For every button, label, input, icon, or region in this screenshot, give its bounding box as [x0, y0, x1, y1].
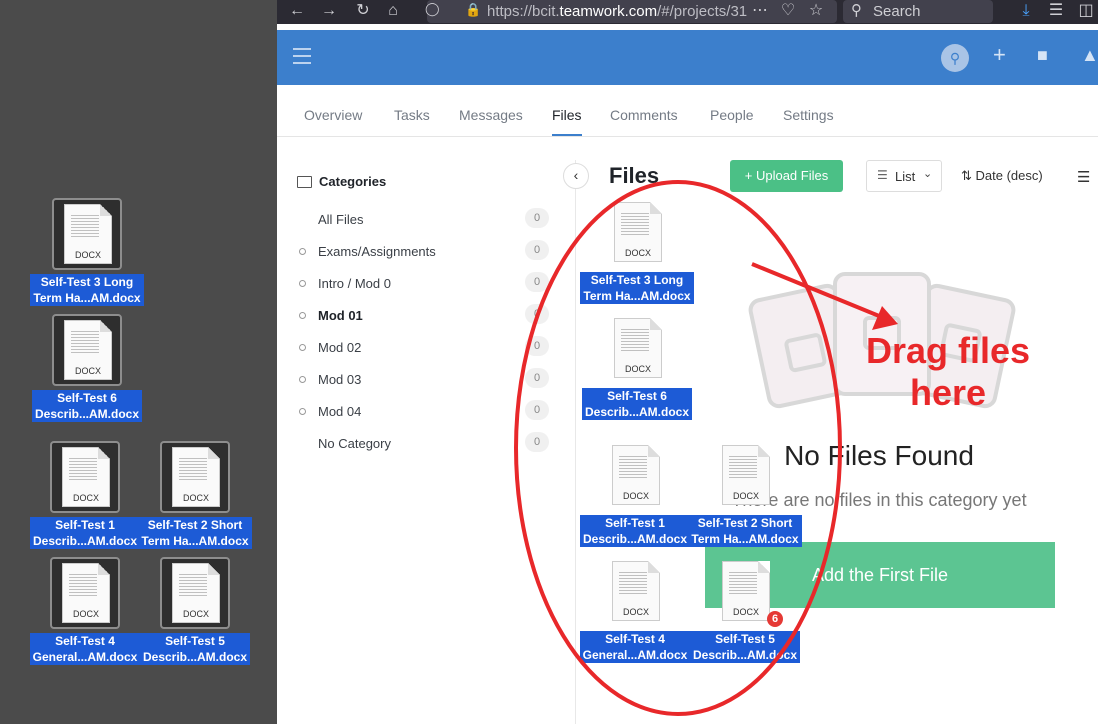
count-badge: 0 [525, 368, 549, 388]
file-label: Self-Test 6 Describ...AM.docx [31, 390, 143, 422]
tab-people[interactable]: People [710, 107, 754, 123]
docx-file-icon: DOCX [52, 314, 122, 386]
folder-icon[interactable]: ■ [1037, 45, 1048, 66]
tab-comments[interactable]: Comments [610, 107, 678, 123]
count-badge: 0 [525, 400, 549, 420]
dragged-file-icon[interactable]: DOCX Self-Test 1 Describ...AM.docx [577, 439, 693, 548]
tab-messages[interactable]: Messages [459, 107, 523, 123]
filter-icon[interactable]: ☰ [1077, 168, 1090, 186]
dragged-file-icon[interactable]: DOCX Self-Test 4 General...AM.docx [577, 555, 693, 664]
category-mod-01[interactable]: Mod 01 0 [297, 300, 552, 332]
desktop-file-icon[interactable]: DOCX Self-Test 6 Describ...AM.docx [29, 314, 145, 423]
category-all-files[interactable]: All Files 0 [297, 204, 552, 236]
docx-file-icon: DOCX [52, 198, 122, 270]
shield-icon: ◯ [425, 1, 440, 16]
library-icon[interactable]: ☰ [1045, 0, 1067, 24]
desktop-file-icon[interactable]: DOCX Self-Test 1 Describ...AM.docx [27, 441, 143, 550]
count-badge: 0 [525, 304, 549, 324]
dragged-file-icon[interactable]: DOCX Self-Test 3 Long Term Ha...AM.docx [579, 196, 695, 305]
dragged-file-icon[interactable]: DOCX 6 Self-Test 5 Describ...AM.docx [687, 555, 803, 664]
browser-search-input[interactable]: ⚲ Search [843, 0, 993, 23]
docx-file-icon: DOCX [710, 439, 780, 511]
docx-file-icon: DOCX [50, 557, 120, 629]
upload-files-button[interactable]: + Upload Files [730, 160, 843, 192]
desktop-file-icon[interactable]: DOCX Self-Test 2 Short Term Ha...AM.docx [137, 441, 253, 550]
category-exams[interactable]: Exams/Assignments 0 [297, 236, 552, 268]
bookmark-star-icon[interactable]: ☆ [805, 0, 827, 24]
download-icon[interactable]: ⤓ [1015, 0, 1037, 24]
page-title: Files [609, 163, 660, 188]
tab-overview[interactable]: Overview [304, 107, 362, 123]
home-icon[interactable]: ⌂ [381, 0, 405, 24]
count-badge: 0 [525, 240, 549, 260]
browser-toolbar: ← → ↻ ⌂ ◯ 🔒 https://bcit.teamwork.com/#/… [277, 0, 1098, 24]
file-label: Self-Test 3 Long Term Ha...AM.docx [580, 272, 694, 304]
file-label: Self-Test 5 Describ...AM.docx [689, 631, 801, 663]
reload-icon[interactable]: ↻ [351, 0, 375, 24]
sort-select[interactable]: ⇅ Date (desc) [961, 168, 1043, 184]
category-mod-02[interactable]: Mod 02 0 [297, 332, 552, 364]
file-label: Self-Test 6 Describ...AM.docx [581, 388, 693, 420]
panel-divider [575, 160, 576, 724]
file-label: Self-Test 5 Describ...AM.docx [139, 633, 251, 665]
file-label: Self-Test 2 Short Term Ha...AM.docx [138, 517, 252, 549]
add-icon[interactable]: + [993, 42, 1006, 68]
file-label: Self-Test 1 Describ...AM.docx [579, 515, 691, 547]
app-header: ⚲ + ■ ▲ [277, 30, 1098, 85]
docx-file-icon: DOCX [600, 439, 670, 511]
docx-file-icon: DOCX [50, 441, 120, 513]
desktop-file-icon[interactable]: DOCX Self-Test 5 Describ...AM.docx [137, 557, 253, 666]
menu-icon[interactable] [293, 48, 311, 69]
file-label: Self-Test 1 Describ...AM.docx [29, 517, 141, 549]
project-tabs: Overview Tasks Messages Files Comments P… [277, 86, 1098, 137]
category-no-category[interactable]: No Category 0 [297, 428, 552, 460]
tab-files[interactable]: Files [552, 107, 582, 136]
search-icon: ⚲ [851, 2, 862, 19]
sort-icon: ⇅ [961, 168, 972, 183]
url-text: https://bcit.teamwork.com/#/projects/31 [487, 3, 748, 20]
collapse-sidebar-button[interactable]: ‹ [563, 163, 589, 189]
forward-icon[interactable]: → [317, 0, 341, 24]
count-badge: 0 [525, 272, 549, 292]
chevron-down-icon: ⌄ [923, 168, 933, 180]
dragged-file-icon[interactable]: DOCX Self-Test 2 Short Term Ha...AM.docx [687, 439, 803, 548]
file-label: Self-Test 2 Short Term Ha...AM.docx [688, 515, 802, 547]
category-mod-04[interactable]: Mod 04 0 [297, 396, 552, 428]
count-badge: 0 [525, 336, 549, 356]
file-label: Self-Test 3 Long Term Ha...AM.docx [30, 274, 144, 306]
docx-file-icon: DOCX [602, 196, 672, 268]
pocket-icon[interactable]: ♡ [777, 0, 799, 24]
docx-file-icon: DOCX [600, 555, 670, 627]
desktop-file-icon[interactable]: DOCX Self-Test 3 Long Term Ha...AM.docx [29, 198, 145, 307]
drag-files-annotation: Drag files here [865, 330, 1031, 413]
list-icon: ☰ [877, 168, 888, 182]
url-bar[interactable]: ◯ 🔒 https://bcit.teamwork.com/#/projects… [425, 0, 837, 23]
lock-icon: 🔒 [465, 2, 482, 17]
dragged-file-icon[interactable]: DOCX Self-Test 6 Describ...AM.docx [579, 312, 695, 421]
docx-file-icon: DOCX [602, 312, 672, 384]
tab-tasks[interactable]: Tasks [394, 107, 430, 123]
sidebar-icon[interactable]: ◫ [1075, 0, 1097, 24]
categories-heading: Categories [319, 174, 387, 189]
search-icon[interactable]: ⚲ [941, 44, 969, 72]
file-label: Self-Test 4 General...AM.docx [579, 631, 691, 663]
drag-count-badge: 6 [767, 611, 783, 627]
count-badge: 0 [525, 432, 549, 452]
desktop-file-icon[interactable]: DOCX Self-Test 4 General...AM.docx [27, 557, 143, 666]
category-mod-03[interactable]: Mod 03 0 [297, 364, 552, 396]
tab-settings[interactable]: Settings [783, 107, 834, 123]
count-badge: 0 [525, 208, 549, 228]
category-intro[interactable]: Intro / Mod 0 0 [297, 268, 552, 300]
docx-file-icon: DOCX [160, 557, 230, 629]
view-mode-select[interactable]: ☰ List ⌄ [866, 160, 942, 192]
back-icon[interactable]: ← [283, 0, 311, 24]
bell-icon[interactable]: ▲ [1081, 45, 1098, 66]
docx-file-icon: DOCX [160, 441, 230, 513]
file-label: Self-Test 4 General...AM.docx [29, 633, 141, 665]
more-actions-icon[interactable]: ⋯ [749, 0, 771, 24]
search-placeholder: Search [873, 3, 921, 20]
